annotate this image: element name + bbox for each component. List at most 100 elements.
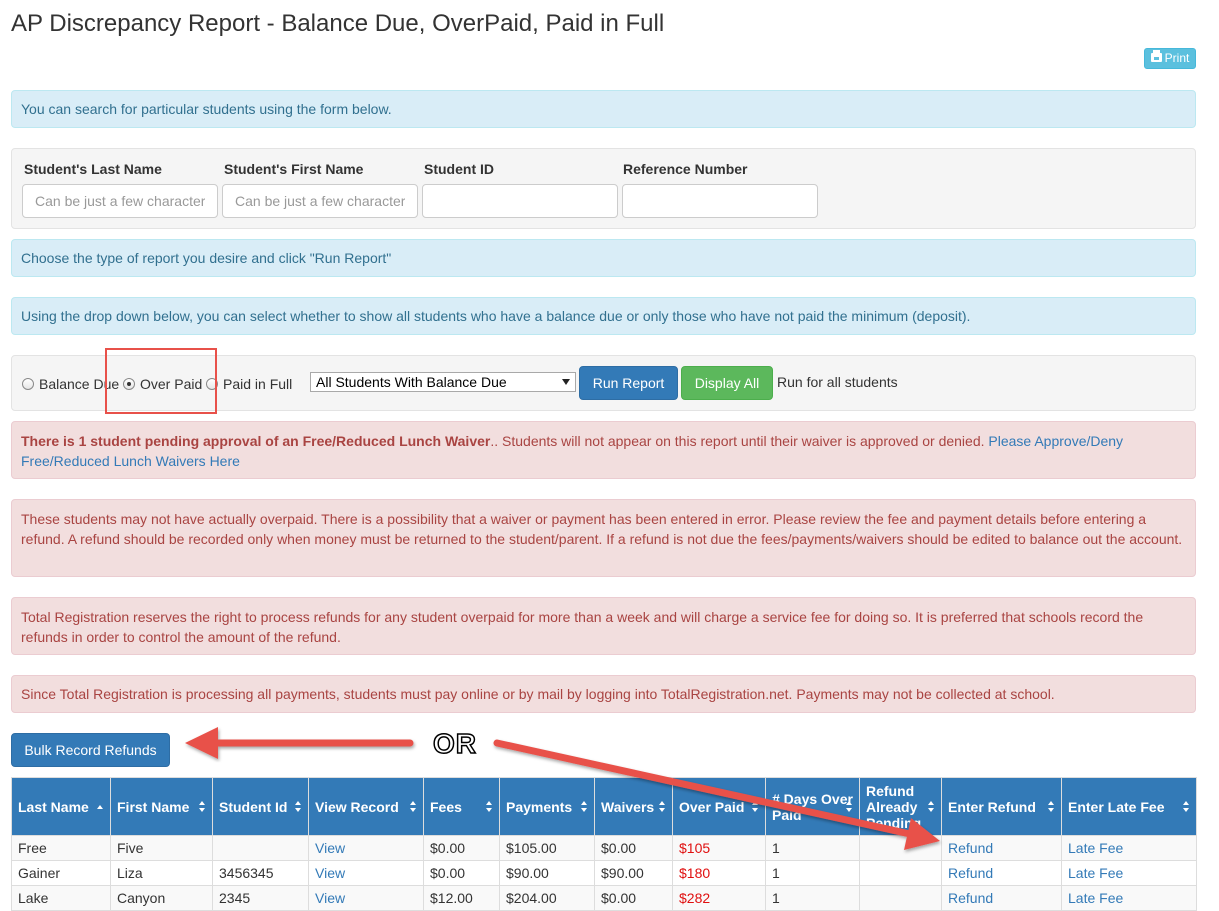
first-name-input[interactable] bbox=[222, 184, 418, 218]
reference-number-label: Reference Number bbox=[623, 161, 748, 177]
table-row: Gainer Liza 3456345 View $0.00 $90.00 $9… bbox=[11, 860, 1197, 886]
reference-number-input[interactable] bbox=[622, 184, 818, 218]
header-student-id[interactable]: Student Id bbox=[212, 777, 309, 836]
cell-first-name: Five bbox=[110, 835, 213, 861]
cell-enter-late-fee: Late Fee bbox=[1061, 835, 1197, 861]
annotation-highlight-box bbox=[105, 348, 217, 414]
run-all-text: Run for all students bbox=[777, 374, 898, 390]
header-over-paid[interactable]: Over Paid bbox=[672, 777, 766, 836]
cell-last-name: Free bbox=[11, 835, 111, 861]
refund-notice-alert: Total Registration reserves the right to… bbox=[11, 597, 1196, 655]
print-button[interactable]: Print bbox=[1144, 48, 1196, 69]
cell-days-over-paid: 1 bbox=[765, 885, 860, 911]
header-label: First Name bbox=[117, 798, 190, 815]
cell-student-id bbox=[212, 835, 309, 861]
last-name-label: Student's Last Name bbox=[24, 161, 162, 177]
cell-days-over-paid: 1 bbox=[765, 860, 860, 886]
cell-last-name: Gainer bbox=[11, 860, 111, 886]
view-record-link[interactable]: View bbox=[315, 890, 345, 906]
overpaid-notice-alert: These students may not have actually ove… bbox=[11, 499, 1196, 577]
header-days-over-paid[interactable]: # Days Over Paid bbox=[765, 777, 860, 836]
dropdown-arrow-icon bbox=[562, 379, 570, 385]
header-label: Refund Already Pending bbox=[866, 782, 922, 831]
header-payments[interactable]: Payments bbox=[499, 777, 595, 836]
cell-refund-pending bbox=[859, 885, 942, 911]
header-label: Over Paid bbox=[679, 798, 745, 815]
cell-over-paid: $282 bbox=[672, 885, 766, 911]
payment-notice-alert: Since Total Registration is processing a… bbox=[11, 675, 1196, 713]
annotation-or-text: OR bbox=[432, 727, 477, 760]
student-id-label: Student ID bbox=[424, 161, 494, 177]
table-header-row: Last Name First Name Student Id View Rec… bbox=[11, 777, 1197, 836]
sort-icon bbox=[846, 800, 852, 813]
dropdown-info-alert: Using the drop down below, you can selec… bbox=[11, 297, 1196, 335]
radio-paid-in-full-label: Paid in Full bbox=[223, 376, 293, 392]
cell-fees: $0.00 bbox=[423, 835, 500, 861]
waiver-alert-text: .. Students will not appear on this repo… bbox=[490, 433, 989, 449]
run-report-button[interactable]: Run Report bbox=[579, 366, 678, 400]
header-refund-pending[interactable]: Refund Already Pending bbox=[859, 777, 942, 836]
sort-icon bbox=[928, 800, 934, 813]
header-enter-late-fee[interactable]: Enter Late Fee bbox=[1061, 777, 1197, 836]
view-record-link[interactable]: View bbox=[315, 840, 345, 856]
cell-enter-late-fee: Late Fee bbox=[1061, 885, 1197, 911]
cell-days-over-paid: 1 bbox=[765, 835, 860, 861]
bulk-record-refunds-button[interactable]: Bulk Record Refunds bbox=[11, 733, 170, 767]
cell-payments: $204.00 bbox=[499, 885, 595, 911]
waiver-alert: There is 1 student pending approval of a… bbox=[11, 421, 1196, 479]
print-label: Print bbox=[1164, 51, 1190, 65]
sort-icon bbox=[752, 800, 758, 813]
report-info-alert: Choose the type of report you desire and… bbox=[11, 239, 1196, 277]
sort-icon bbox=[295, 800, 301, 813]
sort-icon bbox=[486, 800, 492, 813]
late-fee-link[interactable]: Late Fee bbox=[1068, 890, 1123, 906]
header-fees[interactable]: Fees bbox=[423, 777, 500, 836]
refund-link[interactable]: Refund bbox=[948, 865, 993, 881]
sort-icon bbox=[199, 800, 205, 813]
cell-student-id: 3456345 bbox=[212, 860, 309, 886]
cell-payments: $105.00 bbox=[499, 835, 595, 861]
header-enter-refund[interactable]: Enter Refund bbox=[941, 777, 1062, 836]
view-record-link[interactable]: View bbox=[315, 865, 345, 881]
cell-first-name: Liza bbox=[110, 860, 213, 886]
page-title: AP Discrepancy Report - Balance Due, Ove… bbox=[11, 10, 665, 37]
sort-icon bbox=[659, 800, 665, 813]
radio-paid-in-full[interactable]: Paid in Full bbox=[206, 376, 292, 392]
header-label: Waivers bbox=[601, 798, 655, 815]
last-name-input[interactable] bbox=[22, 184, 218, 218]
cell-last-name: Lake bbox=[11, 885, 111, 911]
refund-link[interactable]: Refund bbox=[948, 840, 993, 856]
header-last-name[interactable]: Last Name bbox=[11, 777, 111, 836]
first-name-label: Student's First Name bbox=[224, 161, 364, 177]
cell-view-record: View bbox=[308, 860, 424, 886]
header-label: Last Name bbox=[18, 798, 89, 815]
sort-asc-icon bbox=[97, 801, 103, 813]
cell-student-id: 2345 bbox=[212, 885, 309, 911]
cell-view-record: View bbox=[308, 835, 424, 861]
table-row: Free Five View $0.00 $105.00 $0.00 $105 … bbox=[11, 835, 1197, 861]
header-view-record[interactable]: View Record bbox=[308, 777, 424, 836]
left-arrow-icon bbox=[185, 727, 414, 759]
student-id-input[interactable] bbox=[422, 184, 618, 218]
payment-notice-text: Since Total Registration is processing a… bbox=[21, 686, 1055, 702]
sort-icon bbox=[1048, 800, 1054, 813]
cell-fees: $0.00 bbox=[423, 860, 500, 886]
cell-refund-pending bbox=[859, 835, 942, 861]
overpaid-students-table: Last Name First Name Student Id View Rec… bbox=[11, 777, 1197, 911]
waiver-alert-bold: There is 1 student pending approval of a… bbox=[21, 433, 491, 449]
cell-waivers: $0.00 bbox=[594, 835, 673, 861]
report-info-text: Choose the type of report you desire and… bbox=[21, 250, 392, 266]
report-type-select[interactable]: All Students With Balance Due bbox=[310, 372, 576, 392]
header-waivers[interactable]: Waivers bbox=[594, 777, 673, 836]
cell-payments: $90.00 bbox=[499, 860, 595, 886]
header-first-name[interactable]: First Name bbox=[110, 777, 213, 836]
header-label: Student Id bbox=[219, 798, 288, 815]
header-label: Fees bbox=[430, 798, 462, 815]
late-fee-link[interactable]: Late Fee bbox=[1068, 865, 1123, 881]
display-all-button[interactable]: Display All bbox=[681, 366, 773, 400]
search-form-panel: Student's Last Name Student's First Name… bbox=[11, 148, 1196, 229]
refund-link[interactable]: Refund bbox=[948, 890, 993, 906]
radio-icon bbox=[22, 378, 34, 390]
header-label: View Record bbox=[315, 798, 399, 815]
late-fee-link[interactable]: Late Fee bbox=[1068, 840, 1123, 856]
